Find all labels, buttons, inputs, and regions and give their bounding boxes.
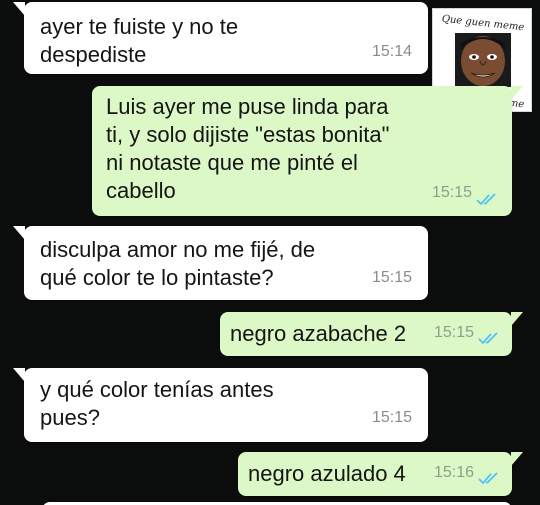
- double-check-icon: [478, 472, 498, 485]
- message-timestamp: 15:15: [433, 324, 474, 341]
- message-text: ayer te fuiste y no te despediste: [40, 14, 239, 67]
- message-incoming[interactable]: y qué color tenías antes pues? 15:15: [13, 368, 428, 442]
- message-text: negro azulado 4: [248, 461, 406, 486]
- message-timestamp: 15:15: [431, 184, 472, 201]
- message-outgoing[interactable]: negro azabache 2 15:15: [220, 312, 523, 356]
- message-incoming[interactable]: ayer te fuiste y no te despediste 15:14: [13, 2, 428, 74]
- message-timestamp: 15:15: [371, 269, 412, 286]
- chat-conversation: ayer te fuiste y no te despediste 15:14 …: [0, 0, 540, 505]
- message-text: y qué color tenías antes pues?: [40, 377, 274, 430]
- message-timestamp: 15:16: [433, 464, 474, 481]
- message-incoming[interactable]: disculpa amor no me fijé, de qué color t…: [13, 226, 428, 300]
- message-text: Luis ayer me puse linda para ti, y solo …: [106, 94, 390, 203]
- message-timestamp: 15:15: [371, 409, 412, 426]
- message-timestamp: 15:14: [371, 43, 412, 60]
- message-outgoing[interactable]: Luis ayer me puse linda para ti, y solo …: [92, 86, 523, 216]
- message-text: negro azabache 2: [230, 321, 407, 346]
- double-check-icon: [476, 193, 496, 206]
- double-check-icon: [478, 332, 498, 345]
- message-text: disculpa amor no me fijé, de qué color t…: [40, 237, 316, 290]
- message-outgoing[interactable]: negro azulado 4 15:16: [238, 452, 523, 496]
